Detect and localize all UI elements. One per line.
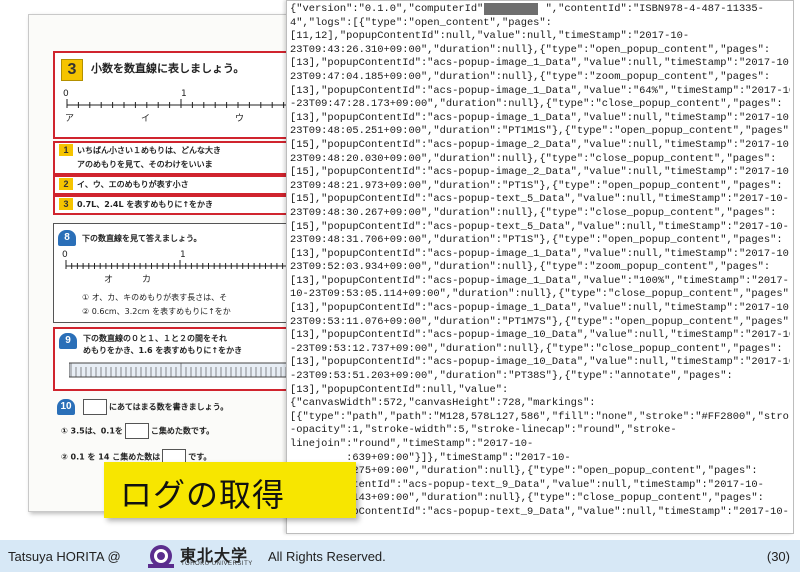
log-line: [11,12],"popupContentId":null,"value":nu… <box>290 30 690 43</box>
log-line: [13],"popupContentId":"acs-popup-image_1… <box>290 274 789 287</box>
page-number: (30) <box>766 549 790 564</box>
point-label-a: ア <box>65 114 75 124</box>
log-line: [15],"popupContentId":"acs-popup-text_5_… <box>290 220 789 233</box>
log-line: [13],"popupContentId":"acs-popup-image_1… <box>290 302 790 315</box>
tick-label-one: 1 <box>181 89 187 99</box>
log-line: :143+09:00","duration":null},{"type":"cl… <box>290 492 764 505</box>
log-line: [{"type":"path","path":"M128,578L127,586… <box>290 410 790 423</box>
log-line: {"version":"0.1.0","computerId":" ","con… <box>290 3 764 15</box>
question-number: 10 <box>57 399 75 415</box>
question-number: 9 <box>59 333 77 349</box>
answer-blank[interactable] <box>83 399 107 415</box>
tick-label-one: 1 <box>180 250 186 260</box>
question-number: 8 <box>58 230 76 246</box>
log-line: 23T09:48:30.267+09:00","duration":null},… <box>290 206 777 219</box>
log-line: 23T09:48:20.030+09:00","duration":null},… <box>290 152 777 165</box>
log-line: 23T09:48:31.706+09:00","duration":"PT1S"… <box>290 234 783 247</box>
caption-text: ログの取得 <box>120 476 286 514</box>
sub-question-1: 1 いちばん小さい１めもりは、どんな大き アのめもりを見て、そのわけをいいま <box>53 141 291 175</box>
question-line-1: 下の数直線の０と１、１と２の間をそれ <box>83 334 227 343</box>
question-title-text: にあてはまる数を書きましょう。 <box>109 402 229 412</box>
redacted-computer-id <box>484 3 538 15</box>
sub-question-3: 3 0.7L、2.4L を表すめもりに↑をかき <box>53 195 291 215</box>
sub-badge: 2 <box>59 178 73 190</box>
log-line: 23T09:43:26.310+09:00","duration":null},… <box>290 43 771 56</box>
question-title: 下の数直線を見て答えましょう。 <box>82 234 202 243</box>
point-label-ka: カ <box>142 275 152 285</box>
log-panel: {"version":"0.1.0","computerId":" ","con… <box>286 0 794 534</box>
answer-blank[interactable] <box>124 423 149 439</box>
number-line: 0 1 オ カ <box>62 250 291 285</box>
question-number: 3 <box>61 59 83 81</box>
tick-label-zero: 0 <box>62 250 68 260</box>
log-line: [13],"popupContentId":null,"value": <box>290 383 509 396</box>
number-line: 0 1 ア イ ウ <box>63 89 291 124</box>
log-line: 23T09:52:03.934+09:00","duration":null},… <box>290 261 771 274</box>
slide: 3 小数を数直線に表しましょう。 0 1 ア イ ウ 1 いちばん小さい１めもり… <box>0 0 800 540</box>
sub-text: イ、ウ、エのめもりが表す小さ <box>77 180 189 189</box>
log-line: [15],"popupContentId":"acs-popup-image_2… <box>290 138 790 151</box>
sub-badge: 1 <box>59 144 73 156</box>
tick-label-zero: 0 <box>63 89 69 99</box>
sub-question-2: 2 イ、ウ、エのめもりが表す小さ <box>53 175 291 195</box>
log-line: [13],"popupContentId":"acs-popup-image_1… <box>290 84 790 97</box>
sub-text: いちばん小さい１めもりは、どんな大き <box>77 146 221 155</box>
university-name-en: TOHOKU UNIVERSITY <box>181 561 253 567</box>
q10-item-2-pre: ② 0.1 を 14 こ集めた数は <box>61 452 161 462</box>
question-line-2: めもりをかき、1.6 を表すめもりに↑をかき <box>83 346 243 355</box>
log-line: [15],"popupContentId":"acs-popup-text_5_… <box>290 193 789 206</box>
log-line: :639+09:00"}]},"timeStamp":"2017-10- <box>290 451 571 464</box>
question-3: 3 小数を数直線に表しましょう。 0 1 ア イ ウ <box>53 51 291 139</box>
log-line: :275+09:00","duration":null},{"type":"op… <box>290 465 758 478</box>
log-line: linejoin":"round","timeStamp":"2017-10- <box>290 438 534 450</box>
log-line: [13],"popupContentId":"acs-popup-image_1… <box>290 111 790 124</box>
point-label-o: オ <box>104 275 114 285</box>
question-title: にあてはまる数を書きましょう。 <box>81 399 228 415</box>
log-line: -23T09:53:12.737+09:00","duration":null}… <box>290 342 783 355</box>
log-line: [13],"popupContentId":"acs-popup-text_9_… <box>290 505 789 518</box>
log-line: [13],"popupContentId":"acs-popup-image_1… <box>290 57 790 70</box>
log-line: [13],"popupContentId":"acs-popup-image_1… <box>290 356 790 369</box>
question-title: 小数を数直線に表しましょう。 <box>91 62 245 75</box>
log-line: 23T09:53:11.076+09:00","duration":"PT1M7… <box>290 315 790 328</box>
q10-item-1-post: こ集めた数です。 <box>150 426 215 436</box>
question-9: 9 下の数直線の０と１、１と２の間をそれ めもりをかき、1.6 を表すめもりに↑… <box>53 327 291 391</box>
log-line: [13],"popupContentId":"acs-popup-image_1… <box>290 329 790 342</box>
log-line: 23T09:48:21.973+09:00","duration":"PT1S"… <box>290 179 783 192</box>
footer-rights: All Rights Reserved. <box>268 549 386 564</box>
q10-item-1: ① 3.5は、0.1を こ集めた数です。 <box>61 423 214 439</box>
log-line: ntentId":"acs-popup-text_9_Data","value"… <box>290 478 764 491</box>
log-line: -23T09:47:28.173+09:00","duration":null}… <box>290 98 783 111</box>
log-line: -opacity":1,"stroke-width":5,"stroke-lin… <box>290 424 677 437</box>
q10-item-2-post: です。 <box>188 452 212 462</box>
sub-badge: 3 <box>59 198 73 210</box>
log-line: 23T09:48:05.251+09:00","duration":"PT1M1… <box>290 125 790 138</box>
university-logo-icon <box>148 545 174 568</box>
ruler-number-line <box>69 362 291 378</box>
textbook-page: 3 小数を数直線に表しましょう。 0 1 ア イ ウ 1 いちばん小さい１めもり… <box>28 14 292 512</box>
point-label-u: ウ <box>235 114 245 124</box>
sub-text: 0.7L、2.4L を表すめもりに↑をかき <box>77 200 214 209</box>
number-line-ticks <box>66 99 291 108</box>
point-label-i: イ <box>141 114 151 124</box>
log-line: -23T09:53:51.203+09:00","duration":"PT38… <box>290 370 733 383</box>
question-8: 8 下の数直線を見て答えましょう。 0 1 オ カ ① オ、カ、キのめもりが表す… <box>53 223 291 323</box>
sub-text-2: アのめもりを見て、そのわけをいいま <box>77 160 213 169</box>
footer-author: Tatsuya HORITA @ <box>8 549 121 564</box>
log-line: 10-23T09:53:05.114+09:00","duration":nul… <box>290 288 790 301</box>
caption-banner: ログの取得 <box>104 462 356 518</box>
log-line: 4","logs":[{"type":"open_content","pages… <box>290 16 552 29</box>
log-text: {"version":"0.1.0","computerId":" ","con… <box>290 3 790 520</box>
footer: Tatsuya HORITA @ 東北大学 TOHOKU UNIVERSITY … <box>0 540 800 572</box>
q8-item-2: ② 0.6cm、3.2cm を表すめもりに↑をか <box>82 307 231 316</box>
q10-item-1-pre: ① 3.5は、0.1を <box>61 426 123 436</box>
q8-item-1: ① オ、カ、キのめもりが表す長さは、そ <box>82 293 228 302</box>
log-line: {"canvasWidth":572,"canvasHeight":728,"m… <box>290 397 596 410</box>
log-line: [13],"popupContentId":"acs-popup-image_1… <box>290 247 790 260</box>
log-line: 23T09:47:04.185+09:00","duration":null},… <box>290 70 771 83</box>
log-line: [15],"popupContentId":"acs-popup-image_2… <box>290 166 790 179</box>
number-line-ticks <box>65 260 291 269</box>
